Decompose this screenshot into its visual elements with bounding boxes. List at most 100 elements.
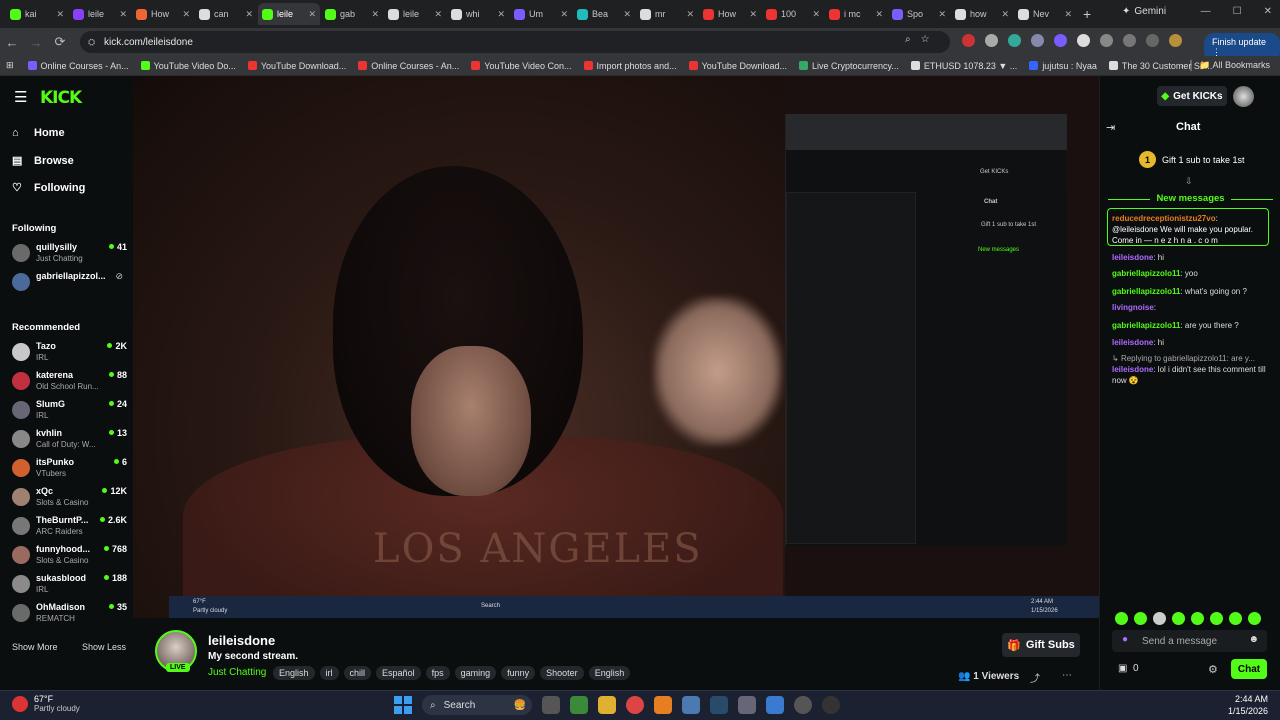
extension-icon[interactable] <box>1054 34 1067 47</box>
stream-tag[interactable]: English <box>588 666 631 680</box>
close-tab-icon[interactable]: ✕ <box>560 9 568 20</box>
bookmark-item[interactable]: YouTube Video Do... <box>140 61 236 71</box>
menu-icon[interactable]: ☰ <box>14 88 27 106</box>
browser-tab[interactable]: can ✕ <box>195 3 257 25</box>
media-player-icon[interactable] <box>822 696 840 714</box>
sidebar-channel-theburntp[interactable]: TheBurntP... ARC Raiders 2.6K <box>12 514 127 540</box>
close-tab-icon[interactable]: ✕ <box>1001 9 1009 20</box>
nav-browse[interactable]: ▤ Browse <box>12 154 74 168</box>
sidebar-channel-sukasblood[interactable]: sukasblood IRL 188 <box>12 572 127 598</box>
emote-icon[interactable] <box>1172 612 1185 625</box>
emoji-icon[interactable]: ☻ <box>1248 634 1259 645</box>
browser-tab[interactable]: 100 ✕ <box>762 3 824 25</box>
close-tab-icon[interactable]: ✕ <box>182 9 190 20</box>
channel-name[interactable]: leileisdone <box>208 633 275 648</box>
browser-tab[interactable]: mr ✕ <box>636 3 698 25</box>
close-tab-icon[interactable]: ✕ <box>119 9 127 20</box>
steam-icon[interactable] <box>710 696 728 714</box>
browser-tab[interactable]: gab ✕ <box>321 3 383 25</box>
settings-icon[interactable] <box>738 696 756 714</box>
user-avatar[interactable] <box>1233 86 1254 107</box>
file-explorer-icon[interactable] <box>598 696 616 714</box>
reload-icon[interactable]: ⟳ <box>48 34 72 50</box>
extension-icon[interactable] <box>1077 34 1090 47</box>
extension-icon[interactable] <box>985 34 998 47</box>
extension-icon[interactable] <box>962 34 975 47</box>
forward-icon[interactable]: → <box>24 35 48 50</box>
app-icon[interactable] <box>766 696 784 714</box>
close-tab-icon[interactable]: ✕ <box>938 9 946 20</box>
close-tab-icon[interactable]: ✕ <box>245 9 253 20</box>
bookmark-item[interactable]: YouTube Video Con... <box>471 61 572 71</box>
close-tab-icon[interactable]: ✕ <box>686 9 694 20</box>
stream-category[interactable]: Just Chatting <box>208 667 266 678</box>
url-input[interactable]: ⛭ kick.com/leileisdone <box>80 31 950 53</box>
bookmark-item[interactable]: Online Courses - An... <box>27 61 129 71</box>
back-icon[interactable]: ← <box>0 35 24 50</box>
close-tab-icon[interactable]: ✕ <box>371 9 379 20</box>
close-tab-icon[interactable]: ✕ <box>56 9 64 20</box>
maximize-icon[interactable]: ☐ <box>1233 6 1242 17</box>
minimize-icon[interactable]: — <box>1201 6 1211 17</box>
app-icon[interactable] <box>682 696 700 714</box>
stream-tag[interactable]: Shooter <box>540 666 584 680</box>
emote-icon[interactable] <box>1153 612 1166 625</box>
gift-subs-button[interactable]: 🎁 Gift Subs <box>1002 633 1080 657</box>
close-tab-icon[interactable]: ✕ <box>812 9 820 20</box>
system-clock[interactable]: 2:44 AM 1/15/2026 <box>1228 693 1268 717</box>
browser-tab[interactable]: leile ✕ <box>69 3 131 25</box>
profile-avatar[interactable] <box>1169 34 1182 47</box>
collapse-chat-icon[interactable]: ⇥ <box>1106 121 1115 134</box>
emote-icon[interactable] <box>1191 612 1204 625</box>
close-tab-icon[interactable]: ✕ <box>1064 9 1072 20</box>
stream-tag[interactable]: English <box>273 666 315 680</box>
bookmark-item[interactable]: YouTube Download... <box>247 61 346 71</box>
video-player[interactable]: LOS ANGELES Chat Gift 1 sub to take 1st … <box>133 76 1099 618</box>
browser-tab[interactable]: i mc ✕ <box>825 3 887 25</box>
stream-tag[interactable]: funny <box>501 666 536 680</box>
sidebar-channel-funnyhood[interactable]: funnyhood... Slots & Casino 768 <box>12 543 127 569</box>
sidebar-channel-itspunko[interactable]: itsPunko VTubers 6 <box>12 456 127 482</box>
stream-tag[interactable]: fps <box>425 666 450 680</box>
browser-tab[interactable]: Um ✕ <box>510 3 572 25</box>
chrome-icon[interactable] <box>626 696 644 714</box>
emote-icon[interactable] <box>1248 612 1261 625</box>
share-icon[interactable]: ⤴ <box>1030 670 1040 685</box>
close-tab-icon[interactable]: ✕ <box>497 9 505 20</box>
nav-home[interactable]: ⌂ Home <box>12 127 65 139</box>
kick-logo[interactable]: KICK <box>40 88 82 108</box>
all-bookmarks-button[interactable]: › │ 📁 All Bookmarks <box>1181 60 1270 71</box>
sidebar-channel-ohmadison[interactable]: OhMadison REMATCH 35 <box>12 601 127 627</box>
stream-tag[interactable]: Español <box>376 666 421 680</box>
send-chat-button[interactable]: Chat <box>1231 659 1267 679</box>
browser-tab[interactable]: how ✕ <box>951 3 1013 25</box>
browser-tab[interactable]: How ✕ <box>699 3 761 25</box>
close-icon[interactable]: ✕ <box>1264 6 1272 17</box>
close-tab-icon[interactable]: ✕ <box>623 9 631 20</box>
stream-tag[interactable]: irl <box>319 666 339 680</box>
sidebar-channel-gabriellapizzol[interactable]: gabriellapizzol... ⊘ <box>12 270 127 296</box>
more-options-icon[interactable]: ⋯ <box>1062 670 1072 681</box>
browser-tab[interactable]: Nev ✕ <box>1014 3 1076 25</box>
gemini-button[interactable]: ✦ Gemini <box>1122 6 1166 17</box>
close-tab-icon[interactable]: ✕ <box>875 9 883 20</box>
zoom-icon[interactable]: ⌕ <box>905 34 911 45</box>
sidebar-channel-tazo[interactable]: Tazo IRL 2K <box>12 340 127 366</box>
task-view-icon[interactable] <box>542 696 560 714</box>
sidebar-channel-quillysilly[interactable]: quillysilly Just Chatting 41 <box>12 241 127 267</box>
sidebar-channel-kvhlin[interactable]: kvhlin Call of Duty: W... 13 <box>12 427 127 453</box>
taskbar-search[interactable]: ⌕ Search 🍔 <box>422 695 532 715</box>
site-info-icon[interactable]: ⛭ <box>88 37 95 48</box>
browser-tab[interactable]: kai ✕ <box>6 3 68 25</box>
browser-tab[interactable]: Spo ✕ <box>888 3 950 25</box>
new-tab-icon[interactable]: + <box>1083 6 1091 22</box>
close-tab-icon[interactable]: ✕ <box>434 9 442 20</box>
close-tab-icon[interactable]: ✕ <box>749 9 757 20</box>
browser-tab[interactable]: whi ✕ <box>447 3 509 25</box>
bookmark-item[interactable]: ETHUSD 1078.23 ▼ ... <box>910 61 1017 71</box>
extension-icon[interactable] <box>1008 34 1021 47</box>
pin-icon[interactable]: ⇩ <box>1185 176 1193 187</box>
emote-icon[interactable] <box>1115 612 1128 625</box>
emote-icon[interactable] <box>1210 612 1223 625</box>
puzzle-icon[interactable] <box>1100 34 1113 47</box>
